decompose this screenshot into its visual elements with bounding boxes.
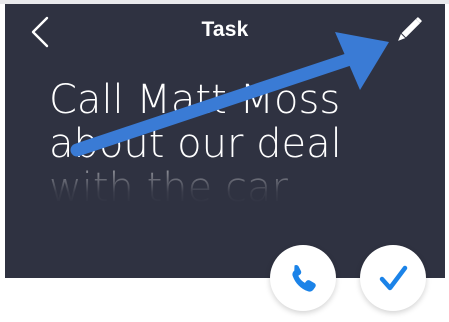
page-title: Task [201, 18, 249, 41]
checkmark-icon [379, 265, 408, 291]
complete-button[interactable] [360, 245, 426, 311]
task-line: about our deal [49, 121, 342, 167]
task-line: with the car [49, 165, 288, 211]
pencil-icon [398, 17, 422, 41]
edit-button[interactable] [391, 14, 425, 48]
task-text: Call Matt Moss about our deal with the c… [49, 78, 429, 210]
task-line: Call Matt Moss [49, 77, 341, 123]
task-header: Task Call Matt Moss about our deal with … [5, 4, 445, 278]
call-button[interactable] [270, 245, 336, 311]
phone-icon [292, 264, 316, 292]
